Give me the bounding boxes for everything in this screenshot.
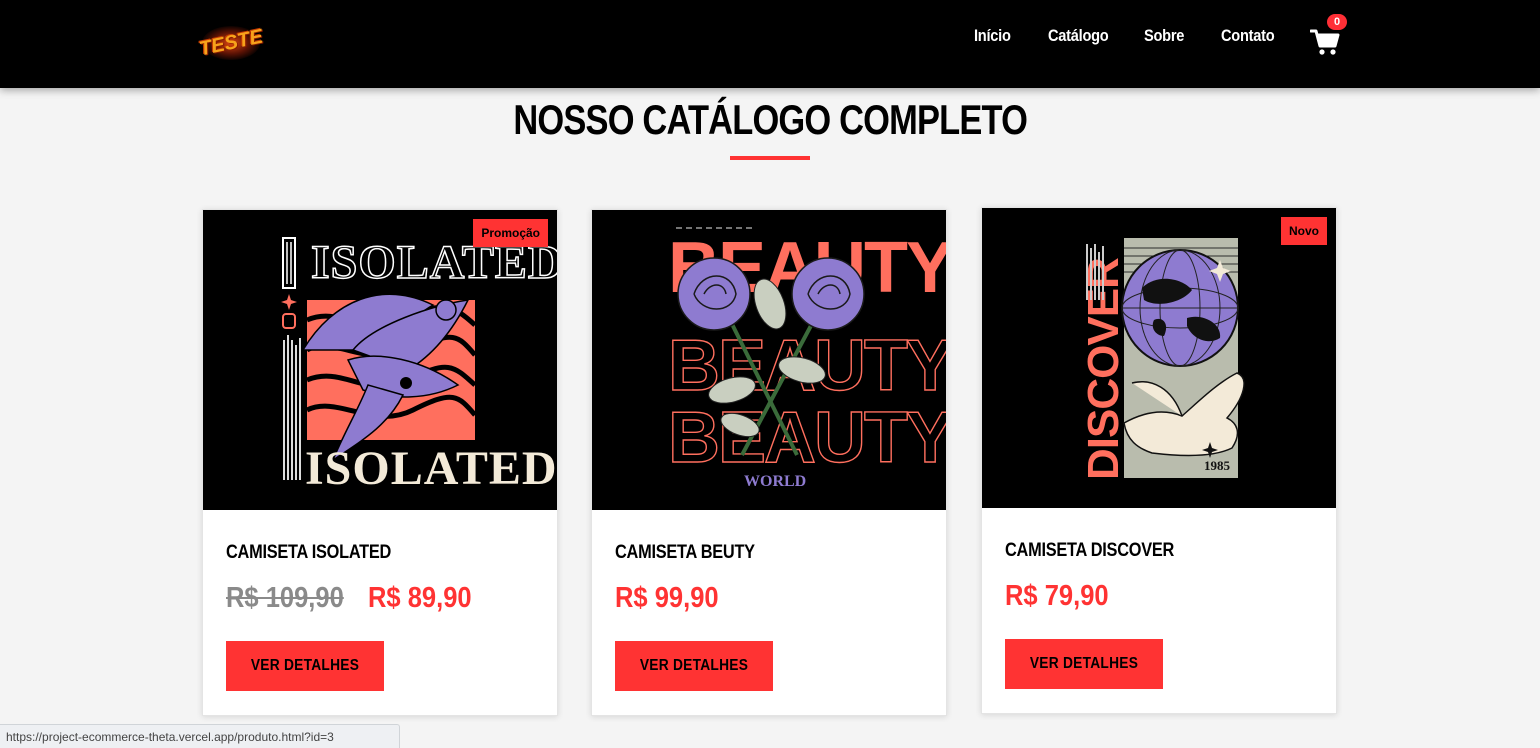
promo-badge: Promoção — [473, 219, 548, 247]
new-badge: Novo — [1281, 217, 1327, 245]
current-price: R$ 89,90 — [367, 582, 472, 614]
current-price: R$ 79,90 — [1005, 580, 1109, 612]
nav-link-inicio[interactable]: Início — [974, 26, 1011, 46]
price-row: R$ 109,90 R$ 89,90 — [226, 582, 486, 615]
product-name: CAMISETA DISCOVER — [1005, 540, 1175, 561]
title-underline — [730, 156, 810, 160]
product-image-discover[interactable]: DISCOVER 1985 Novo — [982, 208, 1336, 508]
art-word-outline-2: BEAUTY — [668, 398, 946, 478]
view-details-button[interactable]: VER DETALHES — [615, 641, 773, 691]
old-price: R$ 109,90 — [226, 582, 344, 614]
product-image-isolated[interactable]: ISOLATED ISOLATED Promoção — [203, 210, 557, 510]
view-details-button[interactable]: VER DETALHES — [226, 641, 384, 691]
art-year: 1985 — [1204, 458, 1231, 473]
product-card-isolated[interactable]: ISOLATED ISOLATED Promoção CAMISETA ISOL… — [202, 209, 558, 716]
view-details-button[interactable]: VER DETALHES — [1005, 639, 1163, 689]
product-image-beuty[interactable]: BEAUTY BEAUTY BEAUTY — [592, 210, 946, 510]
art-sub-word: WORLD — [744, 473, 806, 490]
status-bar-url: https://project-ecommerce-theta.vercel.a… — [0, 724, 400, 748]
page-title: NOSSO CATÁLOGO COMPLETO — [513, 96, 1028, 143]
nav-link-catalogo[interactable]: Catálogo — [1048, 26, 1109, 46]
nav-link-sobre[interactable]: Sobre — [1144, 26, 1184, 46]
cart-count-badge: 0 — [1327, 14, 1347, 30]
site-header: TESTE Início Catálogo Sobre Contato — [0, 0, 1540, 88]
product-card-beuty[interactable]: BEAUTY BEAUTY BEAUTY — [591, 209, 947, 716]
art-word-bottom: ISOLATED — [305, 442, 557, 495]
product-name: CAMISETA BEUTY — [615, 542, 755, 563]
product-name: CAMISETA ISOLATED — [226, 542, 392, 563]
cart-icon[interactable] — [1309, 28, 1340, 56]
nav-link-contato[interactable]: Contato — [1221, 26, 1275, 46]
logo[interactable]: TESTE — [197, 18, 265, 68]
price-row: R$ 99,90 — [615, 582, 733, 615]
product-card-discover[interactable]: DISCOVER 1985 Novo CAMISETA DISCOVER R$ … — [981, 207, 1337, 714]
price-row: R$ 79,90 — [1005, 580, 1123, 613]
current-price: R$ 99,90 — [615, 582, 719, 614]
